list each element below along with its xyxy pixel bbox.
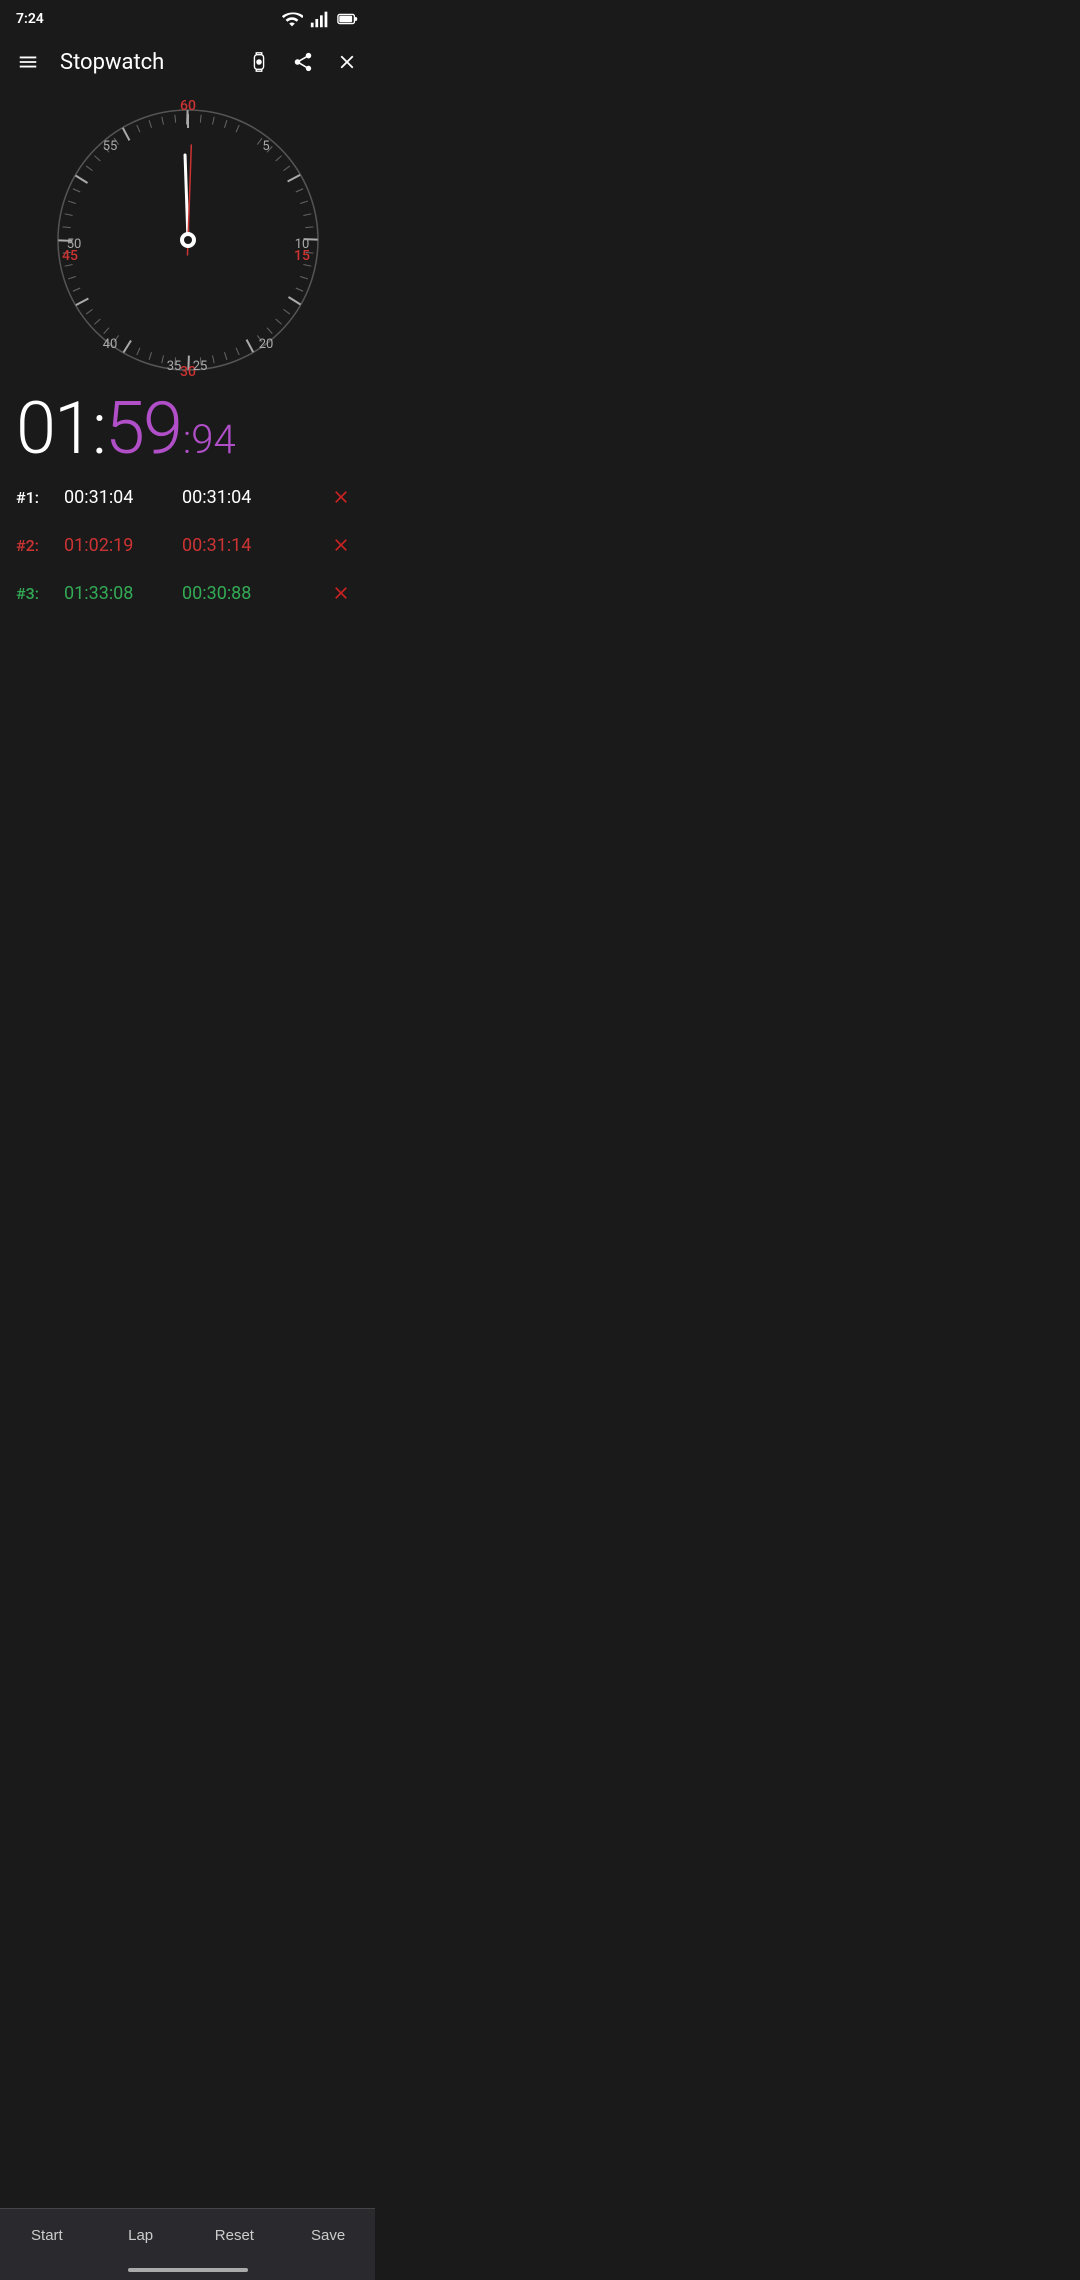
status-time: 7:24 [16, 11, 44, 27]
lap-number-3: #3: [16, 584, 56, 603]
time-hours: 01 [16, 393, 92, 465]
svg-text:35: 35 [166, 359, 181, 374]
lap-item-2: #2: 01:02:19 00:31:14 [0, 521, 375, 569]
menu-icon [17, 51, 39, 73]
time-separator: : [92, 393, 105, 465]
lap-list: #1: 00:31:04 00:31:04 #2: 01:02:19 00:31:14 #3… [0, 469, 375, 2208]
lap-total-2: 01:02:19 [64, 535, 174, 556]
lap-delete-2[interactable] [323, 531, 359, 559]
battery-icon [337, 8, 359, 30]
toolbar: Stopwatch [0, 34, 375, 90]
bottom-nav: Start Lap Reset Save [0, 2208, 375, 2262]
time-centiseconds: :94 [183, 416, 236, 463]
lap-button[interactable]: Lap [94, 2209, 188, 2262]
svg-text:20: 20 [258, 337, 273, 352]
lap-number-2: #2: [16, 536, 56, 555]
home-indicator [0, 2262, 375, 2280]
lap-item-1: #1: 00:31:04 00:31:04 [0, 473, 375, 521]
lap-split-2: 00:31:14 [182, 535, 315, 556]
svg-text:5: 5 [262, 139, 269, 154]
lap-split-1: 00:31:04 [182, 487, 315, 508]
lap-delete-3[interactable] [323, 579, 359, 607]
clock-face: 60 30 5 10 15 20 25 35 40 45 50 55 [48, 100, 328, 380]
close-button[interactable] [327, 42, 367, 82]
reset-button[interactable]: Reset [188, 2209, 282, 2262]
status-bar: 7:24 [0, 0, 375, 34]
watch-button[interactable] [239, 42, 279, 82]
clock-container: 60 30 5 10 15 20 25 35 40 45 50 55 [0, 90, 375, 385]
wifi-icon [281, 8, 303, 30]
svg-text:15: 15 [294, 248, 310, 264]
signal-icon [309, 8, 331, 30]
lap-delete-1[interactable] [323, 483, 359, 511]
share-icon [292, 51, 314, 73]
lap-item-3: #3: 01:33:08 00:30:88 [0, 569, 375, 617]
close-icon [336, 51, 358, 73]
svg-text:55: 55 [102, 139, 117, 154]
lap-split-3: 00:30:88 [182, 583, 315, 604]
watch-icon [248, 51, 270, 73]
menu-button[interactable] [8, 42, 48, 82]
lap-number-1: #1: [16, 488, 56, 507]
save-button[interactable]: Save [281, 2209, 375, 2262]
lap-total-3: 01:33:08 [64, 583, 174, 604]
share-button[interactable] [283, 42, 323, 82]
start-button[interactable]: Start [0, 2209, 94, 2262]
home-bar [128, 2268, 248, 2272]
svg-text:50: 50 [66, 237, 81, 252]
svg-text:40: 40 [102, 337, 117, 352]
time-display: 01 : 59 :94 [0, 385, 375, 469]
lap-total-1: 00:31:04 [64, 487, 174, 508]
page-title: Stopwatch [52, 50, 235, 75]
status-icons [281, 8, 359, 30]
svg-text:60: 60 [180, 100, 196, 114]
svg-text:25: 25 [192, 359, 207, 374]
clock-svg: 60 30 5 10 15 20 25 35 40 45 50 55 [48, 100, 328, 380]
time-minutes: 59 [105, 393, 181, 465]
